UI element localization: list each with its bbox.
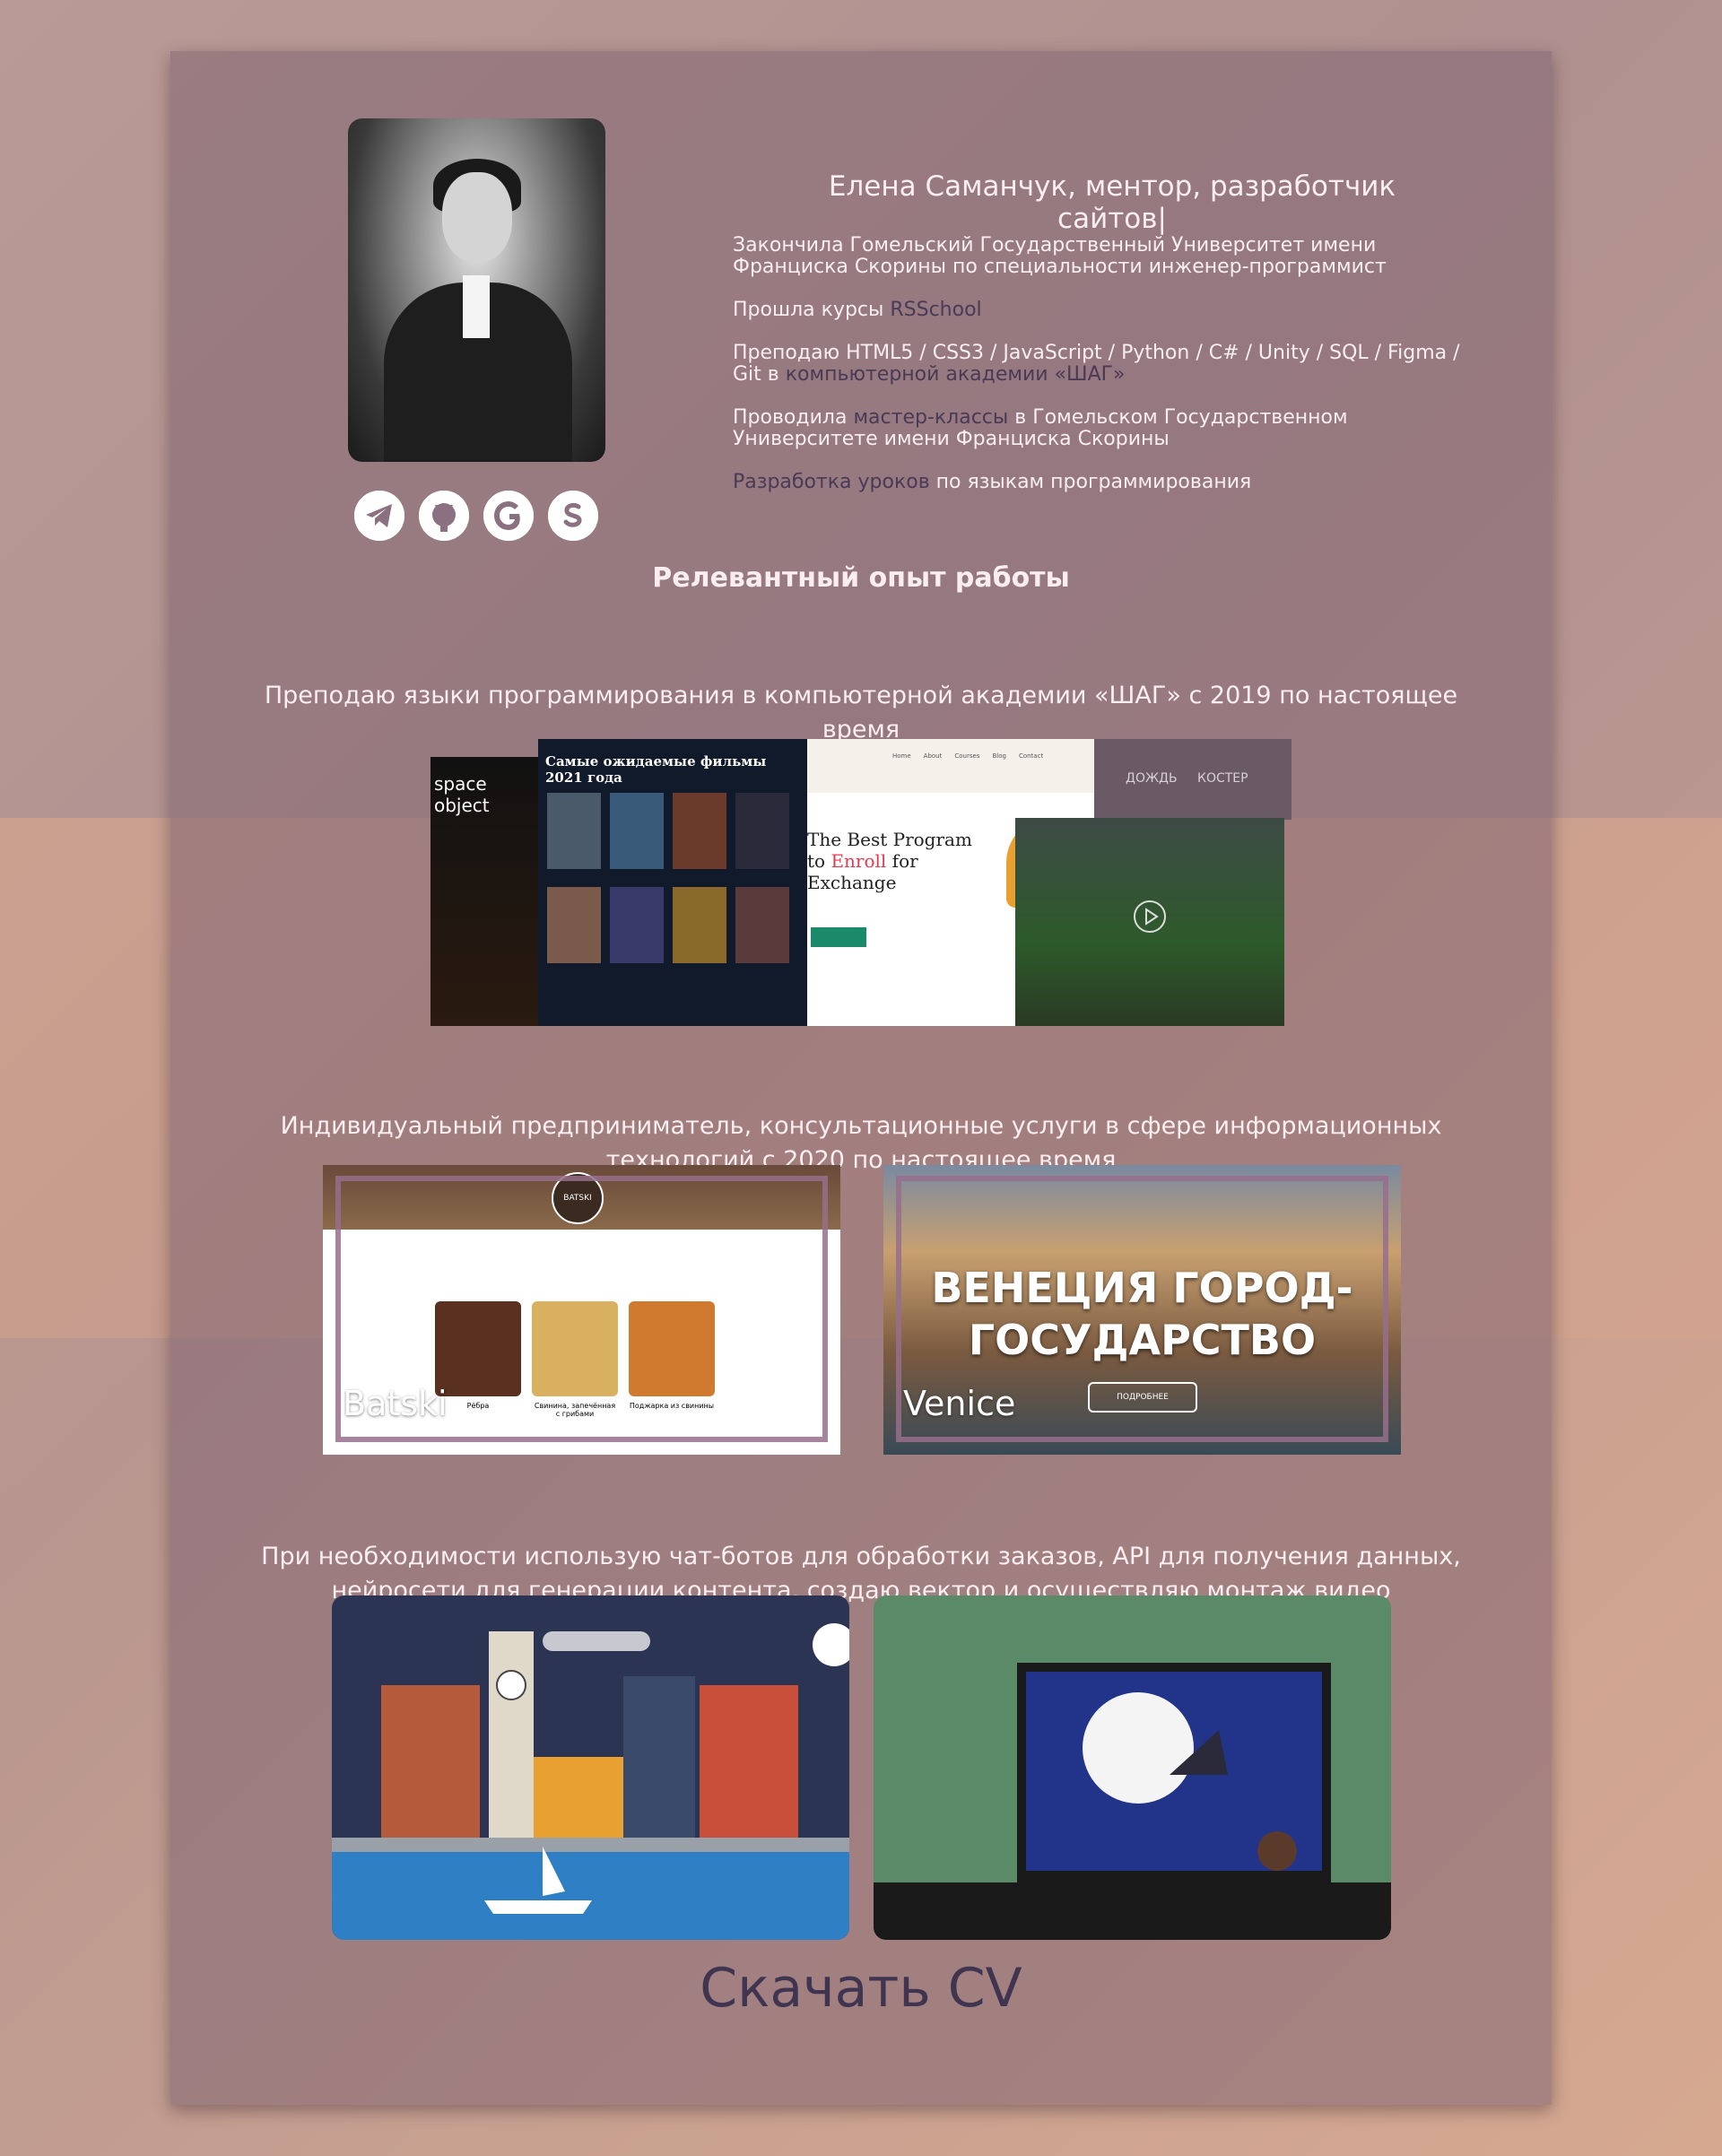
telegram-icon[interactable] xyxy=(354,491,404,541)
movies-project-preview[interactable]: Самые ожидаемые фильмы 2021 года xyxy=(538,739,807,1026)
teaching-text: Преподаю языки программирования в компью… xyxy=(264,682,1458,743)
landing-cta[interactable] xyxy=(811,927,866,947)
bio-item: Проводила мастер-классы в Гомельском Гос… xyxy=(733,406,1348,450)
play-icon[interactable] xyxy=(1132,899,1168,935)
bio-item: Разработка уроков по языкам программиров… xyxy=(733,471,1252,493)
nature-video-preview[interactable] xyxy=(1015,818,1284,1026)
movies-title: Самые ожидаемые фильмы 2021 года xyxy=(545,753,767,786)
bio-list: Закончила Гомельский Государственный Уни… xyxy=(733,235,1486,515)
landing-heading: The Best Program to Enroll for Exchange xyxy=(807,829,972,893)
masterclass-link[interactable]: мастер-классы xyxy=(853,406,1008,429)
space-label: space object xyxy=(434,773,490,816)
landing-nav: Home About Courses Blog Contact xyxy=(892,752,1044,760)
space-project-preview[interactable]: space object xyxy=(430,757,538,1026)
download-cv-link[interactable]: Скачать CV xyxy=(170,1957,1552,2020)
academy-link[interactable]: компьютерной академии «ШАГ» xyxy=(786,363,1126,386)
resume-card: Елена Саманчук, ментор, разработчик сайт… xyxy=(170,51,1552,2105)
rsschool-link[interactable]: RSSchool xyxy=(890,299,981,321)
github-icon[interactable] xyxy=(419,491,469,541)
bio-item: Закончила Гомельский Государственный Уни… xyxy=(733,234,1387,278)
bio-item: Преподаю HTML5 / CSS3 / JavaScript / Pyt… xyxy=(733,342,1460,386)
music-project-preview[interactable]: ДОЖДЬ КОСТЕР xyxy=(1094,739,1292,820)
batski-project-tile[interactable]: BATSKI Рёбра Свинина, запечённая с гриба… xyxy=(323,1165,840,1455)
lessons-link[interactable]: Разработка уроков xyxy=(733,471,930,493)
profile-photo xyxy=(348,118,605,462)
project-caption: Batski xyxy=(343,1384,448,1423)
headline: Елена Саманчук, ментор, разработчик сайт… xyxy=(828,170,1396,235)
section-title: Релевантный опыт работы xyxy=(652,562,1070,594)
skype-icon[interactable] xyxy=(548,491,598,541)
social-links xyxy=(354,491,598,541)
classroom-video[interactable] xyxy=(874,1595,1391,1940)
project-caption: Venice xyxy=(903,1384,1016,1423)
bio-item: Прошла курсы RSSchool xyxy=(733,299,982,321)
venice-project-tile[interactable]: ВЕНЕЦИЯ ГОРОД- ГОСУДАРСТВО ПОДРОБНЕЕ Ven… xyxy=(883,1165,1401,1455)
teaching-projects-collage[interactable]: space object Самые ожидаемые фильмы 2021… xyxy=(430,739,1292,1026)
google-icon[interactable] xyxy=(483,491,534,541)
vector-illustration[interactable] xyxy=(332,1595,849,1940)
